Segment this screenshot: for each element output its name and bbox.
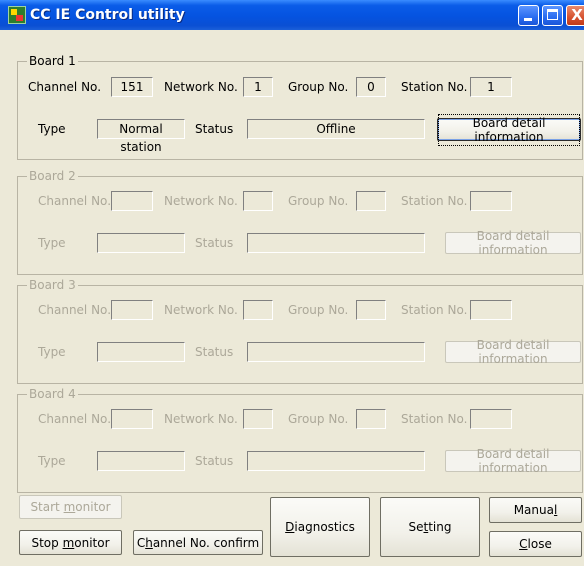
network-no-label: Network No. (164, 80, 238, 94)
type-label: Type (38, 454, 66, 468)
board-4-type-field (97, 451, 185, 471)
window-title: CC IE Control utility (30, 7, 185, 23)
start-monitor-label: Start monitor (30, 500, 111, 514)
board-1-group-no-field: 0 (356, 77, 386, 97)
group-no-label: Group No. (288, 80, 349, 94)
manual-button[interactable]: Manual (489, 497, 582, 523)
board-4-group-no-field (356, 409, 386, 429)
board-4-detail-button[interactable]: Board detail information (445, 447, 581, 475)
status-label: Status (195, 345, 234, 359)
close-window-button[interactable]: X (566, 5, 584, 26)
group-no-label: Group No. (288, 194, 349, 208)
board-1-group: Board 1 Channel No. 151 Network No. 1 Gr… (17, 53, 583, 160)
diagnostics-button[interactable]: Diagnostics (270, 497, 370, 557)
status-label: Status (195, 236, 234, 250)
board-1-status-field: Offline (247, 119, 425, 139)
group-no-label: Group No. (288, 303, 349, 317)
setting-button[interactable]: Setting (380, 497, 480, 557)
board-3-group-no-field (356, 300, 386, 320)
network-no-label: Network No. (164, 303, 238, 317)
channel-no-confirm-button[interactable]: Channel No. confirm (133, 530, 263, 555)
setting-label: Setting (408, 520, 452, 534)
board-4-network-no-field (243, 409, 273, 429)
board-3-detail-button[interactable]: Board detail information (445, 338, 581, 366)
app-window: CC IE Control utility X Board 1 Channel … (0, 0, 584, 566)
board-3-type-field (97, 342, 185, 362)
board-2-status-field (247, 233, 425, 253)
close-icon: X (571, 6, 583, 24)
board-3-status-field (247, 342, 425, 362)
board-2-title: Board 2 (27, 168, 78, 184)
board-4-detail-label: Board detail information (476, 447, 550, 475)
minimize-icon (524, 18, 532, 21)
station-no-label: Station No. (401, 303, 468, 317)
board-4-group: Board 4 Channel No. Network No. Group No… (17, 386, 583, 493)
diagnostics-label: Diagnostics (285, 520, 355, 534)
channel-no-label: Channel No. (38, 412, 112, 426)
board-3-detail-label: Board detail information (476, 338, 550, 366)
board-1-detail-label: Board detail information (438, 113, 580, 146)
board-3-network-no-field (243, 300, 273, 320)
board-1-channel-no-field: 151 (111, 77, 153, 97)
stop-monitor-label: Stop monitor (31, 535, 110, 550)
app-icon[interactable] (8, 6, 26, 24)
channel-no-label: Channel No. (38, 194, 112, 208)
status-label: Status (195, 454, 234, 468)
board-2-station-no-field (470, 191, 512, 211)
board-1-title: Board 1 (27, 53, 78, 69)
board-4-title: Board 4 (27, 386, 78, 402)
board-1-network-no-field: 1 (243, 77, 273, 97)
minimize-button[interactable] (518, 5, 539, 26)
status-label: Status (195, 122, 234, 136)
close-label: Close (519, 537, 552, 551)
board-2-network-no-field (243, 191, 273, 211)
start-monitor-button[interactable]: Start monitor (19, 495, 122, 519)
maximize-button[interactable] (542, 5, 563, 26)
board-3-channel-no-field (111, 300, 153, 320)
channel-no-label: Channel No. (28, 80, 102, 94)
close-button[interactable]: Close (489, 531, 582, 557)
group-no-label: Group No. (288, 412, 349, 426)
station-no-label: Station No. (401, 412, 468, 426)
type-label: Type (38, 345, 66, 359)
stop-monitor-button[interactable]: Stop monitor (19, 530, 122, 555)
board-4-status-field (247, 451, 425, 471)
manual-label: Manual (513, 503, 558, 517)
network-no-label: Network No. (164, 412, 238, 426)
board-2-group: Board 2 Channel No. Network No. Group No… (17, 168, 583, 275)
board-3-group: Board 3 Channel No. Network No. Group No… (17, 277, 583, 384)
board-1-station-no-field: 1 (470, 77, 512, 97)
board-2-type-field (97, 233, 185, 253)
board-2-channel-no-field (111, 191, 153, 211)
type-label: Type (38, 236, 66, 250)
board-2-group-no-field (356, 191, 386, 211)
title-bar[interactable]: CC IE Control utility X (0, 0, 584, 30)
station-no-label: Station No. (401, 194, 468, 208)
type-label: Type (38, 122, 66, 136)
maximize-icon (547, 9, 558, 20)
board-4-channel-no-field (111, 409, 153, 429)
board-3-station-no-field (470, 300, 512, 320)
network-no-label: Network No. (164, 194, 238, 208)
board-2-detail-button[interactable]: Board detail information (445, 229, 581, 257)
board-2-detail-label: Board detail information (476, 229, 550, 257)
station-no-label: Station No. (401, 80, 468, 94)
channel-no-confirm-label: Channel No. confirm (136, 535, 260, 550)
board-3-title: Board 3 (27, 277, 78, 293)
board-1-detail-button[interactable]: Board detail information (437, 113, 581, 146)
channel-no-label: Channel No. (38, 303, 112, 317)
board-4-station-no-field (470, 409, 512, 429)
board-1-type-field: Normal station (97, 119, 185, 154)
